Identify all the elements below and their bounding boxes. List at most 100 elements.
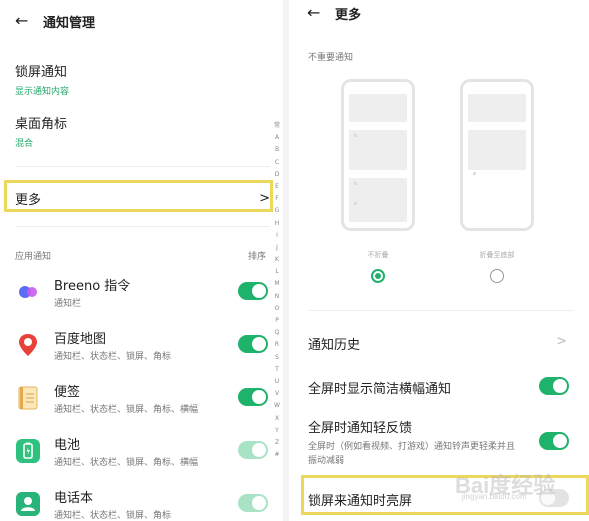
app-row-battery[interactable]: 电池 通知栏、状态栏、锁屏、角标、横幅 [15,433,270,473]
chevron-right-icon: > [556,334,567,349]
divider [15,226,270,227]
app-name: Breeno 指令 [54,279,131,294]
preview-card [468,130,526,170]
index-letter[interactable]: T [271,364,283,376]
breeno-icon [19,286,37,298]
app-notifications-label: 应用通知 [15,252,52,262]
app-channels: 通知栏、状态栏、锁屏、角标 [54,352,172,362]
app-row-breeno[interactable]: Breeno 指令 通知栏 [15,274,270,314]
app-channels: 通知栏、状态栏、锁屏、角标 [54,511,172,521]
fullscreen-light-feedback-row[interactable]: 全屏时通知轻反馈 全屏时（例如看视频、打游戏）通知铃声更轻柔并且振动减弱 [308,417,573,468]
more-label: 更多 [15,192,42,208]
index-letter[interactable]: L [271,266,283,278]
index-letter[interactable]: Z [271,437,283,449]
fold-bottom-preview[interactable] [460,79,534,231]
no-fold-caption: 不折叠 [367,251,389,259]
notes-toggle[interactable] [238,388,268,406]
index-letter[interactable]: O [271,303,283,315]
map-pin-icon [19,334,37,356]
page-title: 通知管理 [43,15,96,31]
app-channels: 通知栏、状态栏、锁屏、角标、横幅 [54,458,199,468]
index-letter[interactable]: C [271,157,283,169]
app-name: 电池 [54,438,81,453]
chevron-right-icon: > [259,190,270,206]
app-channels: 通知栏、状态栏、锁屏、角标、横幅 [54,405,199,415]
sort-link[interactable]: 排序 [248,249,266,262]
contacts-icon [16,492,40,516]
index-letter[interactable]: H [271,218,283,230]
back-arrow-icon[interactable]: ← [307,3,327,23]
row-title: 全屏时显示简洁横幅通知 [308,382,452,397]
index-letter[interactable]: K [271,254,283,266]
index-letter[interactable]: M [271,278,283,290]
app-row-contacts[interactable]: 电话本 通知栏、状态栏、锁屏、角标 [15,486,270,521]
back-arrow-icon[interactable]: ← [15,11,35,31]
unimportant-notifications-label: 不重要通知 [308,53,354,63]
watermark-url: jingyan.baidu.com [462,492,527,501]
alphabet-index[interactable]: 常 A B C D E F G H I J K L M N O P Q R S … [271,120,283,461]
index-letter[interactable]: X [271,413,283,425]
index-letter[interactable]: 常 [271,120,283,132]
preview-dot [354,182,357,185]
index-letter[interactable]: F [271,193,283,205]
preview-card [468,94,526,122]
app-row-notes[interactable]: 便签 通知栏、状态栏、锁屏、角标、横幅 [15,380,270,420]
divider [308,310,573,311]
index-letter[interactable]: B [271,144,283,156]
index-letter[interactable]: G [271,205,283,217]
setting-value: 混合 [15,139,34,149]
row-title: 全屏时通知轻反馈 [308,421,413,436]
preview-dot [354,134,357,137]
fold-bottom-caption: 折叠至底部 [479,251,515,259]
preview-card [349,130,407,170]
divider [15,166,270,167]
preview-dot [473,172,476,175]
notification-management-pane: ← 通知管理 锁屏通知 显示通知内容 桌面角标 混合 更多 > 应用通知 排序 … [0,0,283,521]
index-letter[interactable]: A [271,132,283,144]
fold-bottom-radio[interactable] [490,269,504,283]
breeno-toggle[interactable] [238,282,268,300]
app-name: 百度地图 [54,332,107,347]
no-fold-preview[interactable] [341,79,415,231]
index-letter[interactable]: V [271,388,283,400]
index-letter[interactable]: W [271,400,283,412]
index-letter[interactable]: N [271,291,283,303]
more-row[interactable]: 更多 > [15,190,270,208]
battery-toggle[interactable] [238,441,268,459]
notification-history-row[interactable]: 通知历史 > [308,334,573,353]
index-letter[interactable]: R [271,339,283,351]
preview-dot [354,202,357,205]
right-header: ← 更多 [307,1,361,25]
preview-card [349,178,407,222]
lock-screen-notification-setting[interactable]: 锁屏通知 显示通知内容 [15,61,69,97]
index-letter[interactable]: # [271,449,283,461]
index-letter[interactable]: U [271,376,283,388]
setting-title: 锁屏通知 [15,65,68,80]
index-letter[interactable]: D [271,169,283,181]
index-letter[interactable]: E [271,181,283,193]
preview-card [349,94,407,122]
setting-title: 桌面角标 [15,117,68,132]
index-letter[interactable]: S [271,352,283,364]
index-letter[interactable]: Y [271,425,283,437]
notes-icon [18,386,38,410]
page-title: 更多 [335,7,362,23]
index-letter[interactable]: I [271,230,283,242]
index-letter[interactable]: Q [271,327,283,339]
desktop-badge-setting[interactable]: 桌面角标 混合 [15,113,67,149]
row-title: 通知历史 [308,338,361,353]
fullscreen-banner-toggle[interactable] [539,377,569,395]
index-letter[interactable]: J [271,242,283,254]
app-name: 便签 [54,385,81,400]
left-header: ← 通知管理 [15,9,95,33]
no-fold-radio[interactable] [371,269,385,283]
app-channels: 通知栏 [54,299,82,309]
baidu-map-toggle[interactable] [238,335,268,353]
app-name: 电话本 [54,491,94,506]
index-letter[interactable]: P [271,315,283,327]
row-description: 全屏时（例如看视频、打游戏）通知铃声更轻柔并且振动减弱 [308,442,516,466]
contacts-toggle[interactable] [238,494,268,512]
app-row-baidu-map[interactable]: 百度地图 通知栏、状态栏、锁屏、角标 [15,327,270,367]
fullscreen-banner-row[interactable]: 全屏时显示简洁横幅通知 [308,378,573,397]
fullscreen-light-toggle[interactable] [539,432,569,450]
